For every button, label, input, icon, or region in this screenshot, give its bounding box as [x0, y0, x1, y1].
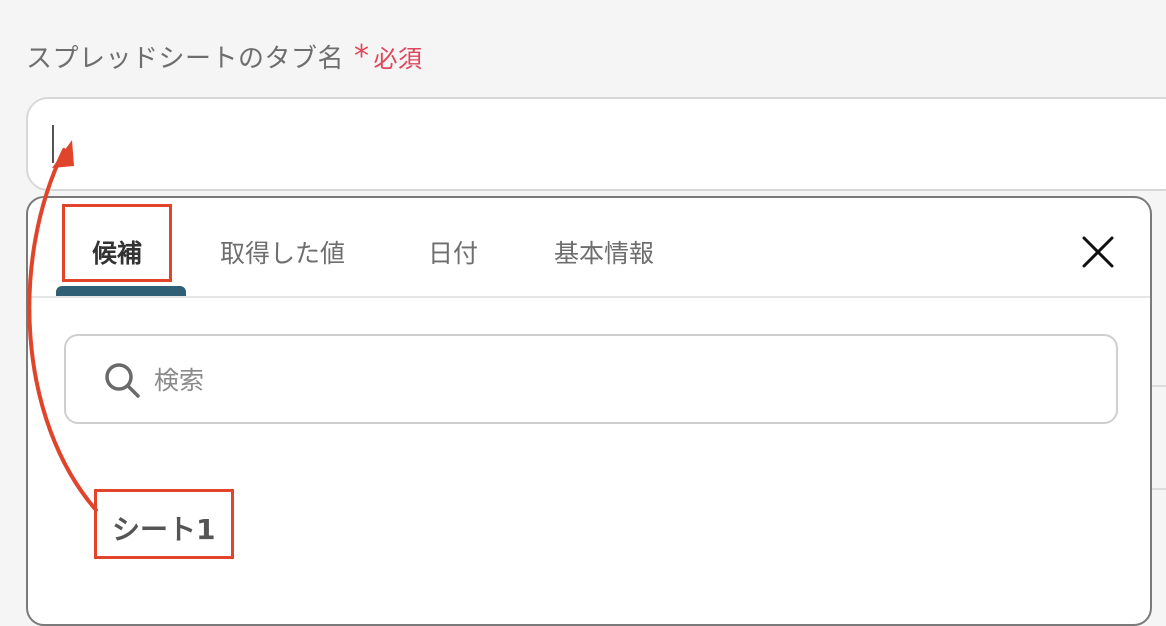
- tab-divider: [28, 296, 1150, 298]
- highlight-tab-candidates: [62, 204, 172, 282]
- search-box: [64, 334, 1118, 424]
- tab-name-input[interactable]: [26, 97, 1166, 191]
- highlight-option-sheet1: [94, 489, 234, 559]
- value-picker-popup: 候補 取得した値 日付 基本情報 シート1: [26, 196, 1152, 626]
- text-caret: [52, 125, 54, 163]
- tab-basic-info[interactable]: 基本情報: [554, 234, 654, 270]
- tab-fetched-values[interactable]: 取得した値: [220, 234, 345, 270]
- field-label: スプレッドシートのタブ名 * 必須: [26, 38, 423, 75]
- close-icon: [1082, 236, 1114, 268]
- popup-tabs: 候補 取得した値 日付 基本情報: [28, 198, 1150, 298]
- field-label-text: スプレッドシートのタブ名: [26, 44, 345, 74]
- required-asterisk: *: [354, 38, 370, 74]
- close-button[interactable]: [1078, 232, 1118, 272]
- search-icon: [105, 363, 140, 398]
- search-input[interactable]: [152, 356, 1056, 404]
- tab-date[interactable]: 日付: [428, 234, 478, 270]
- required-text: 必須: [373, 45, 423, 73]
